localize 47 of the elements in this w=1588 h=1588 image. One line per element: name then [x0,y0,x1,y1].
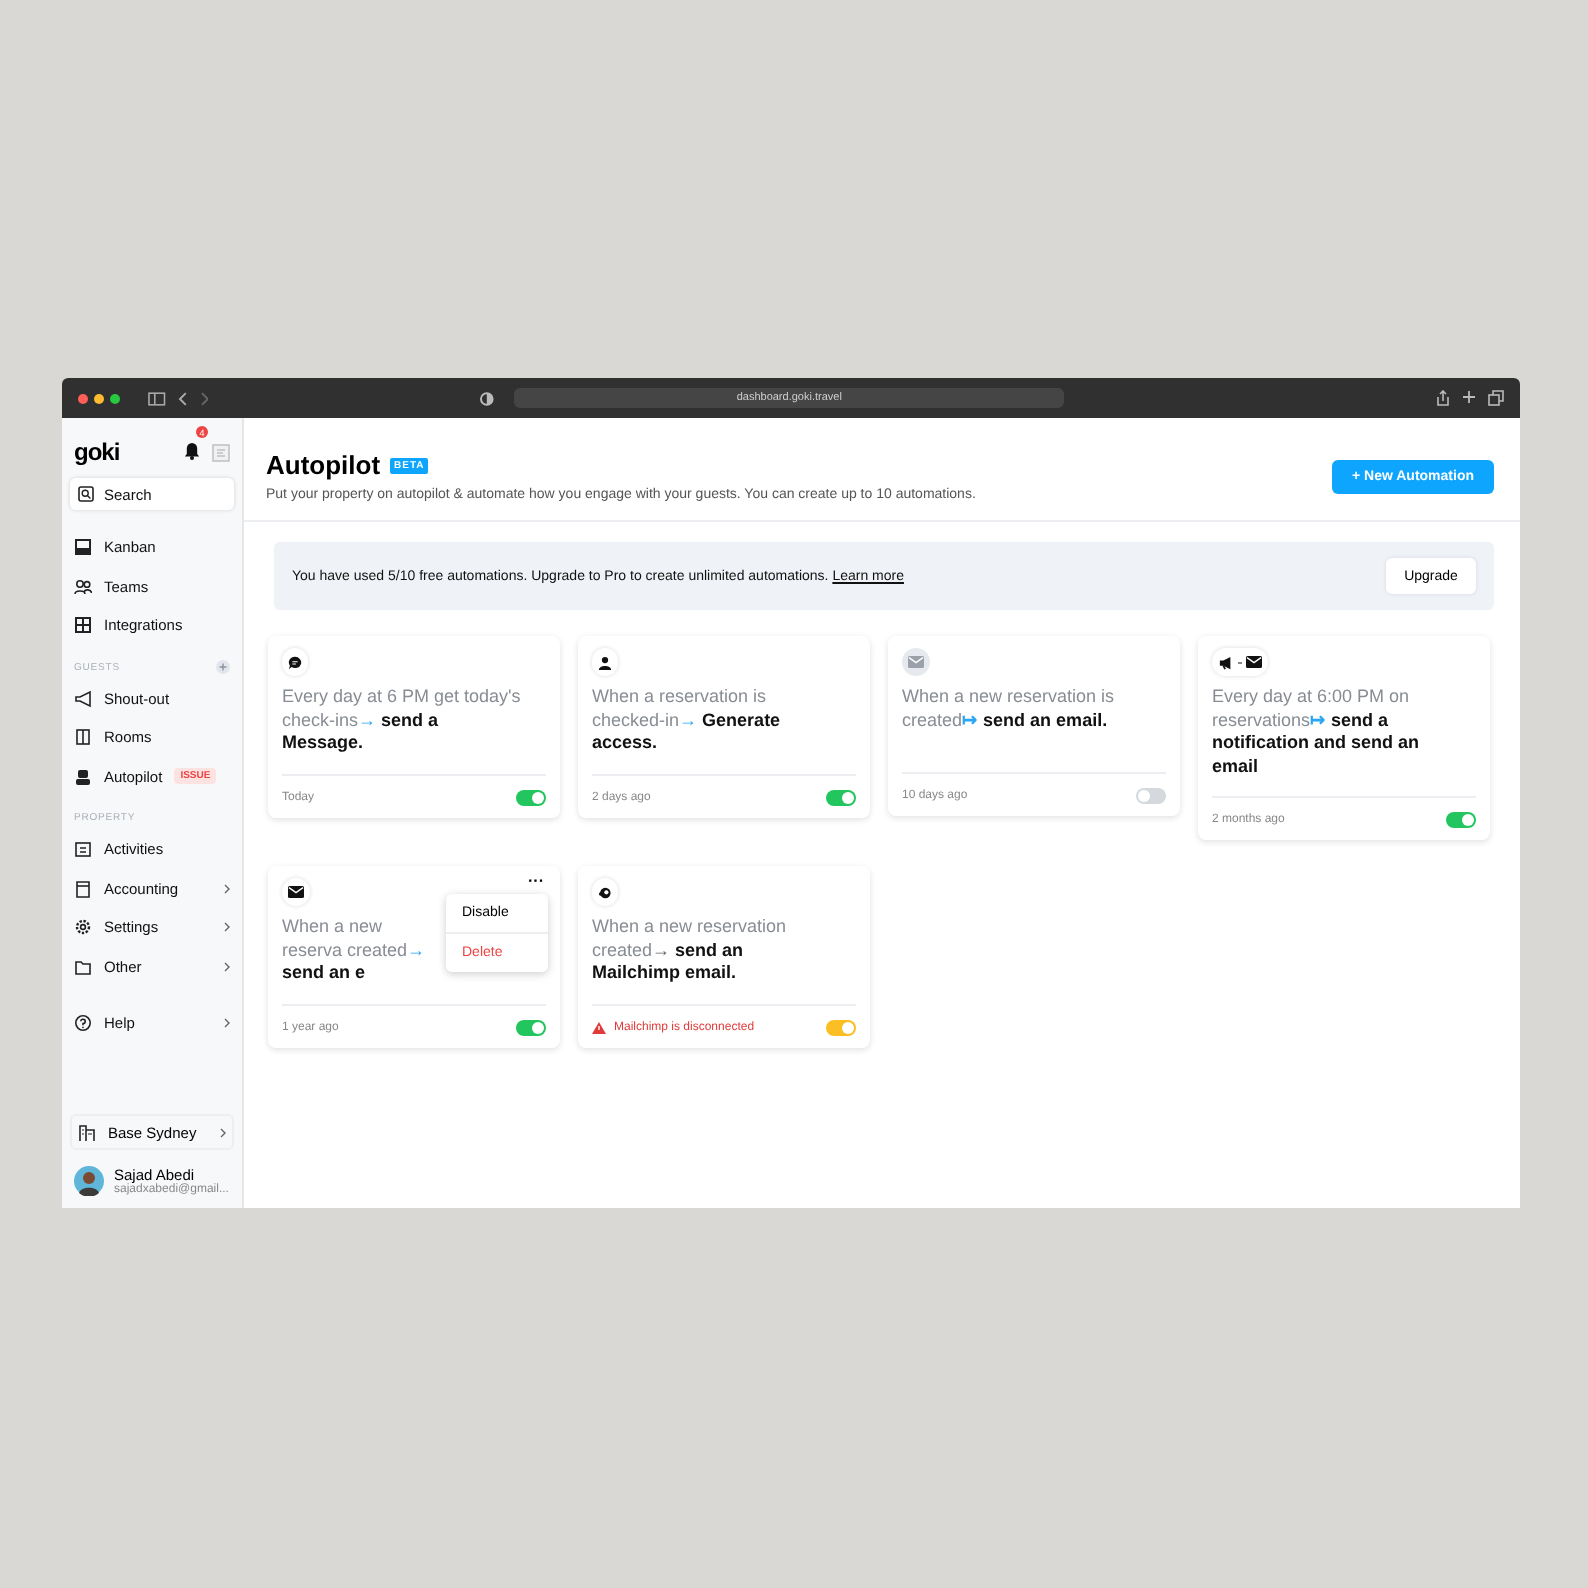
inbox-icon [74,538,92,557]
bell-icon[interactable] [184,442,200,460]
megaphone-icon [1218,655,1234,669]
shield-icon [480,391,495,405]
mail-icon [908,656,924,668]
grid-icon [74,616,92,635]
automation-description: Every day at 6:00 PM on reservations↦ send a notification and send an email [1212,686,1422,778]
automation-description: When a reservation is checked-in→ Generate access. [592,686,783,755]
toggle-switch[interactable] [516,789,546,805]
megaphone-icon [74,689,92,708]
mail-icon [1246,656,1262,668]
avatar[interactable] [74,1166,104,1196]
help-icon [74,1014,92,1033]
tabs-icon[interactable] [1488,390,1504,406]
door-icon [74,728,92,747]
share-icon[interactable] [1436,390,1450,406]
automation-description: When a new reservation is created↦ send an email. [902,686,1117,733]
book-icon [74,879,92,898]
automation-description: When a new reserva created→ send an e [282,916,428,985]
chevron-icon [220,1127,226,1137]
back-icon[interactable] [177,391,188,405]
toggle-switch[interactable] [826,1019,856,1035]
settings-icon [74,918,92,937]
person-icon [598,655,612,669]
robot-icon [74,767,92,786]
close-icon[interactable] [78,393,88,403]
calendar-icon [74,840,92,859]
toggle-switch[interactable] [826,789,856,805]
plus-icon[interactable] [1462,390,1476,404]
warning-icon [592,1021,606,1033]
mail-icon [288,886,304,898]
more-button[interactable]: ··· [528,874,544,890]
zoom-icon[interactable] [110,393,120,403]
automation-description: Every day at 6 PM get today's check-ins→ send a Message. [282,686,523,755]
people-icon [74,577,92,596]
automation-description: When a new reservation created→ send an Mailchimp email. [592,916,789,985]
chat-icon [288,655,302,669]
page-title: Autopilot [266,450,381,480]
logo[interactable]: goki [74,438,120,466]
minimize-icon[interactable] [94,393,104,403]
folder-icon [74,957,92,976]
building-icon [78,1123,96,1141]
toggle-switch[interactable] [1446,812,1476,828]
sidebar-icon[interactable] [148,391,166,405]
toggle-switch[interactable] [1136,788,1166,804]
forward-icon[interactable] [199,391,209,405]
toggle-switch[interactable] [516,1019,546,1035]
